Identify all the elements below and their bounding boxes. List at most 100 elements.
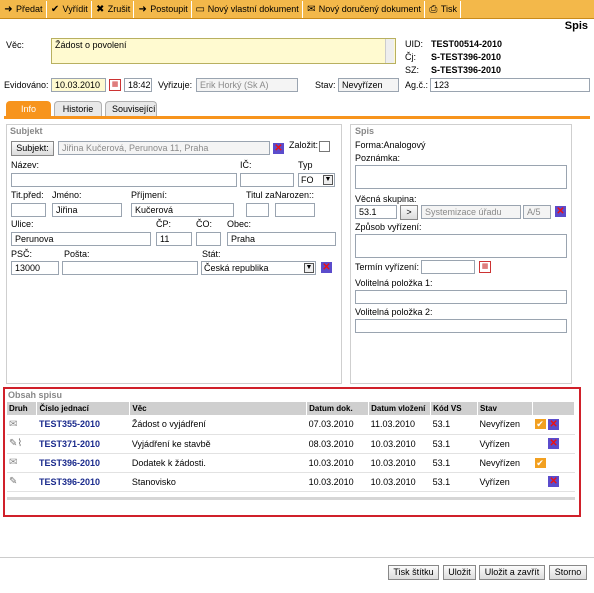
clear-stat-icon[interactable]: ✕ [321, 262, 332, 273]
row-cj[interactable]: TEST355-2010 [36, 415, 130, 435]
print-label-button[interactable]: Tisk štítku [388, 565, 439, 580]
nazev-field[interactable] [11, 173, 237, 187]
col-cislo-jednaci[interactable]: Číslo jednací [36, 402, 131, 415]
vec-field[interactable]: Žádost o povolení [51, 38, 396, 64]
vecna-sk-field[interactable]: A/5 [523, 205, 551, 219]
row-datum-dok: 07.03.2010 [306, 415, 369, 435]
envelope-icon: ✉ [9, 457, 18, 468]
save-close-button[interactable]: Uložit a zavřít [479, 565, 545, 580]
evidovano-time-field[interactable]: 18:42 [124, 78, 152, 92]
zalozit-label: Založit: [289, 140, 319, 150]
ulice-field[interactable]: Perunova [11, 232, 151, 246]
obsah-title: Obsah spisu [8, 390, 63, 400]
table-row[interactable]: ✉ TEST396-2010 Dodatek k žádosti. 10.03.… [7, 453, 575, 473]
table-scrollbar[interactable] [7, 497, 575, 500]
narozen-field[interactable] [275, 203, 315, 217]
zalozit-checkbox[interactable] [319, 141, 330, 152]
cancel-icon: ✖ [96, 3, 105, 15]
psc-label: PSČ: [11, 249, 33, 259]
agc-field[interactable]: 123 [430, 78, 590, 92]
row-cj[interactable]: TEST396-2010 [36, 453, 130, 473]
check-icon: ✔ [50, 3, 60, 15]
footer-divider [0, 557, 594, 558]
tab-info[interactable]: Info [6, 101, 51, 117]
row-datum-dok: 08.03.2010 [306, 434, 369, 454]
poznamka-field[interactable] [355, 165, 567, 189]
table-row[interactable]: ✎ TEST396-2010 Stanovisko 10.03.2010 10.… [7, 472, 575, 492]
cp-label: ČP: [156, 219, 172, 229]
row-cj[interactable]: TEST396-2010 [36, 472, 130, 492]
psc-field[interactable]: 13000 [11, 261, 59, 275]
new-received-document-label: Nový doručený dokument [318, 4, 421, 14]
stav-label: Stav: [315, 80, 336, 90]
col-datum-vlozeni[interactable]: Datum vložení [368, 402, 432, 415]
calendar-icon[interactable]: ▦ [109, 79, 121, 91]
row-kod: 53.1 [430, 453, 478, 473]
titulza-field[interactable] [246, 203, 269, 217]
tab-souvisejici[interactable]: Související [105, 101, 157, 117]
check-icon[interactable]: ✔ [534, 457, 546, 468]
jmeno-field[interactable]: Jiřina [52, 203, 122, 217]
agc-label: Ag.č.: [405, 80, 429, 90]
save-button[interactable]: Uložit [443, 565, 476, 580]
row-cj[interactable]: TEST371-2010 [36, 434, 130, 454]
evidovano-date-field[interactable]: 10.03.2010 [51, 78, 106, 92]
clear-subjekt-icon[interactable]: ✕ [273, 143, 284, 154]
delete-icon[interactable]: ✕ [548, 476, 560, 487]
clear-vecna-icon[interactable]: ✕ [555, 206, 566, 217]
typ-select[interactable]: FO ▼ [298, 173, 335, 187]
vecna-skupina-label: Věcná skupina: [355, 194, 417, 204]
cancel-button[interactable]: Storno [549, 565, 587, 580]
table-row[interactable]: ✎⌇ TEST371-2010 Vyjádření ke stavbě 08.0… [7, 434, 575, 454]
subjekt-field[interactable]: Jiřina Kučerová, Perunova 11, Praha [58, 141, 270, 155]
co-field[interactable] [196, 232, 221, 246]
vyrizuje-field[interactable]: Erik Horký (Sk A) [196, 78, 298, 92]
row-datum-vlozeni: 10.03.2010 [368, 453, 431, 473]
vec-scrollbar[interactable] [385, 39, 394, 63]
delete-icon[interactable]: ✕ [548, 418, 560, 430]
tab-historie[interactable]: Historie [54, 101, 102, 117]
col-kod-vs[interactable]: Kód VS [430, 402, 479, 415]
obec-field[interactable]: Praha [227, 232, 336, 246]
predat-button[interactable]: ➜ Předat [0, 0, 47, 18]
postoupit-button[interactable]: ➜ Postoupit [134, 0, 192, 18]
poznamka-label: Poznámka: [355, 153, 401, 163]
col-druh[interactable]: Druh [7, 402, 38, 415]
check-icon[interactable]: ✔ [534, 418, 546, 429]
forma-text: Forma:Analogový [355, 140, 426, 150]
ic-label: IČ: [240, 160, 252, 170]
new-received-document-button[interactable]: ✉ Nový doručený dokument [303, 0, 425, 18]
typ-value: FO [301, 175, 314, 185]
stav-field[interactable]: Nevyřízen [338, 78, 399, 92]
volitelna2-label: Volitelná položka 2: [355, 307, 433, 317]
termin-field[interactable] [421, 260, 475, 274]
prijmeni-field[interactable]: Kučerová [131, 203, 234, 217]
vecna-arrow-button[interactable]: > [400, 205, 418, 220]
volitelna1-field[interactable] [355, 290, 567, 304]
delete-icon[interactable]: ✕ [548, 438, 560, 449]
cp-field[interactable]: 11 [156, 232, 192, 246]
col-datum-dok[interactable]: Datum dok. [306, 402, 370, 415]
posta-field[interactable] [62, 261, 198, 275]
ic-field[interactable] [240, 173, 294, 187]
cj-value: S-TEST396-2010 [431, 52, 502, 62]
col-stav[interactable]: Stav [477, 402, 533, 415]
zpusob-field[interactable] [355, 234, 567, 258]
stat-value: Česká republika [204, 263, 269, 273]
stat-select[interactable]: Česká republika ▼ [201, 261, 316, 275]
col-vec[interactable]: Věc [129, 402, 308, 415]
subjekt-button[interactable]: Subjekt: [11, 141, 54, 156]
volitelna2-field[interactable] [355, 319, 567, 333]
vyridit-button[interactable]: ✔ Vyřídit [47, 0, 92, 18]
table-row[interactable]: ✉ TEST355-2010 Žádost o vyjádření 07.03.… [7, 415, 575, 435]
chevron-down-icon: ▼ [304, 263, 314, 273]
print-label: Tisk [440, 4, 458, 14]
new-own-document-button[interactable]: ▭ Nový vlastní dokument [192, 0, 303, 18]
vecna-code-field[interactable]: 53.1 [355, 205, 397, 219]
titpred-field[interactable] [11, 203, 46, 217]
print-button[interactable]: ⎙ Tisk [425, 0, 462, 18]
vecna-name-field[interactable]: Systemizace úřadu [421, 205, 521, 219]
zrusit-button[interactable]: ✖ Zrušit [92, 0, 135, 18]
calendar-icon[interactable]: ▦ [479, 261, 491, 273]
row-vec: Dodatek k žádosti. [129, 453, 307, 473]
